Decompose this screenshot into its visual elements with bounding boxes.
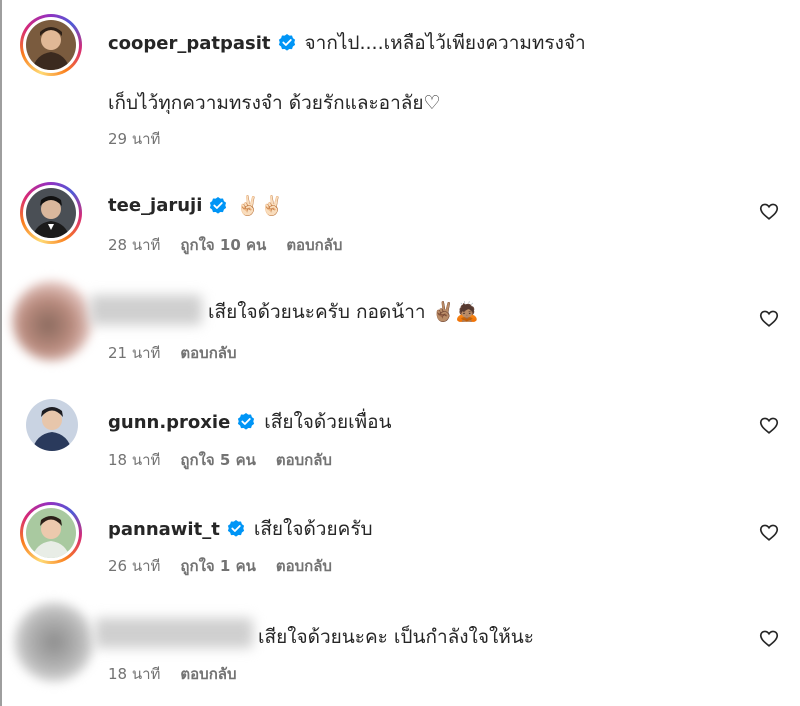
timestamp: 29 นาที bbox=[108, 130, 161, 148]
username[interactable]: cooper_patpasit bbox=[108, 33, 271, 54]
heart-outline-icon[interactable] bbox=[758, 414, 780, 436]
comment-text: เสียใจด้วยนะคะ เป็นกำลังใจให้นะ bbox=[258, 626, 534, 648]
reply-button[interactable]: ตอบกลับ bbox=[276, 448, 332, 472]
comment-text-line2: เก็บไว้ทุกความทรงจำ ด้วยรักและอาลัย♡ bbox=[108, 92, 441, 114]
verified-badge-icon bbox=[236, 412, 256, 432]
likes-count-link[interactable]: ถูกใจ 10 คน bbox=[180, 233, 266, 257]
avatar[interactable] bbox=[20, 502, 82, 564]
timestamp: 18 นาที bbox=[108, 665, 161, 683]
username[interactable]: tee_jaruji bbox=[108, 195, 202, 216]
reply-button[interactable]: ตอบกลับ bbox=[286, 233, 342, 257]
comment-text: เสียใจด้วยครับ bbox=[253, 518, 373, 540]
comment-item: เสียใจด้วยนะคะ เป็นกำลังใจให้นะ 18 นาที … bbox=[0, 600, 800, 706]
comment-text: เสียใจด้วยนะครับ กอดน้าา ✌🏽🙇🏽 bbox=[208, 301, 479, 323]
timestamp: 18 นาที bbox=[108, 451, 161, 469]
reply-button[interactable]: ตอบกลับ bbox=[180, 662, 236, 686]
comment-item: cooper_patpasit จากไป....เหลือไว้เพียงคว… bbox=[0, 0, 800, 170]
likes-count-link[interactable]: ถูกใจ 5 คน bbox=[180, 448, 255, 472]
verified-badge-icon bbox=[277, 33, 297, 53]
heart-outline-icon[interactable] bbox=[758, 307, 780, 329]
reply-button[interactable]: ตอบกลับ bbox=[180, 341, 236, 365]
heart-outline-icon[interactable] bbox=[758, 627, 780, 649]
username[interactable]: gunn.proxie bbox=[108, 412, 230, 433]
username-blurred[interactable] bbox=[95, 618, 253, 648]
timestamp: 21 นาที bbox=[108, 344, 161, 362]
likes-count-link[interactable]: ถูกใจ 1 คน bbox=[180, 554, 255, 578]
avatar[interactable] bbox=[20, 14, 82, 76]
avatar[interactable] bbox=[20, 182, 82, 244]
heart-outline-icon[interactable] bbox=[758, 200, 780, 222]
timestamp: 28 นาที bbox=[108, 236, 161, 254]
timestamp: 26 นาที bbox=[108, 557, 161, 575]
avatar[interactable] bbox=[26, 399, 78, 451]
verified-badge-icon bbox=[226, 519, 246, 539]
comment-item: pannawit_t เสียใจด้วยครับ 26 นาที ถูกใจ … bbox=[0, 490, 800, 600]
avatar[interactable] bbox=[14, 602, 94, 682]
reply-button[interactable]: ตอบกลับ bbox=[276, 554, 332, 578]
username[interactable]: pannawit_t bbox=[108, 519, 220, 540]
comment-text: เสียใจด้วยเพื่อน bbox=[264, 411, 392, 433]
comment-item: gunn.proxie เสียใจด้วยเพื่อน 18 นาที ถูก… bbox=[0, 385, 800, 490]
comment-text: ✌🏻✌🏻 bbox=[236, 195, 284, 217]
verified-badge-icon bbox=[208, 196, 228, 216]
comment-item: tee_jaruji ✌🏻✌🏻 28 นาที ถูกใจ 10 คน ตอบก… bbox=[0, 170, 800, 275]
comment-item: เสียใจด้วยนะครับ กอดน้าา ✌🏽🙇🏽 21 นาที ตอ… bbox=[0, 275, 800, 385]
avatar[interactable] bbox=[12, 281, 92, 361]
heart-outline-icon[interactable] bbox=[758, 521, 780, 543]
username-blurred[interactable] bbox=[90, 295, 202, 325]
comment-text: จากไป....เหลือไว้เพียงความทรงจำ bbox=[304, 32, 586, 54]
